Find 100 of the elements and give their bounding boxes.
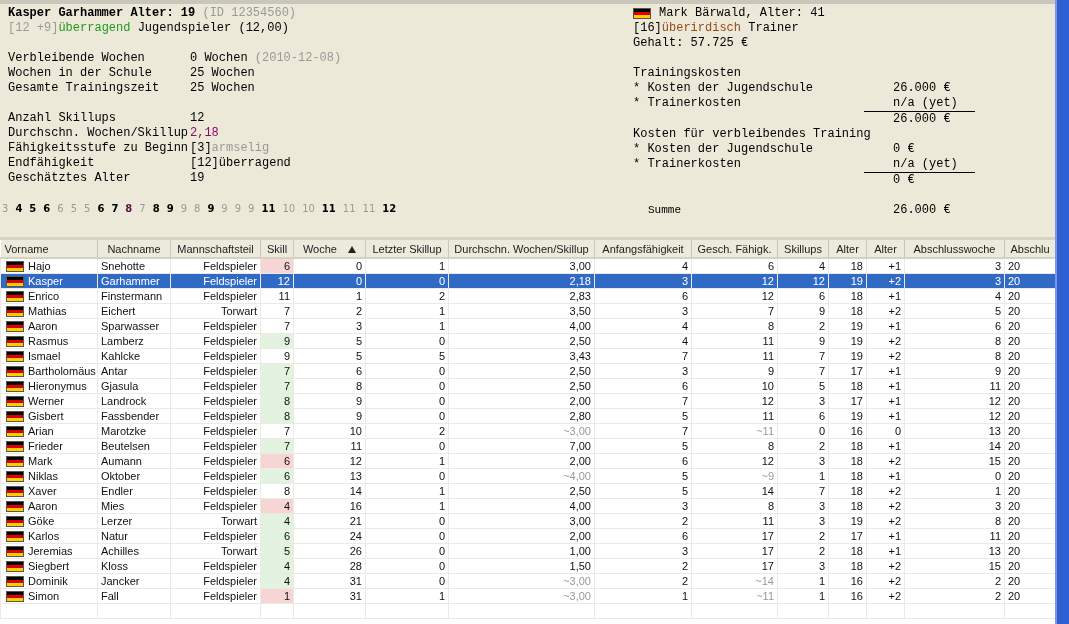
table-cell: Ismael [28,349,61,363]
table-cell-text: Torwart [219,514,258,528]
column-header[interactable]: Gesch. Fähigk. [691,240,778,258]
table-cell-text: 3 [993,499,1002,513]
table-cell-text: 19 [849,514,864,528]
flag-icon [6,515,24,527]
table-cell-text: Sparwasser [100,319,161,333]
table-cell-text: 18 [849,379,864,393]
table-row[interactable]: Hieronymus Gjasula Feldspieler 7 8 0 2,50 6 10 5 18 +1 11 20 [0,378,1055,394]
table-row[interactable]: Mark Aumann Feldspieler 6 12 1 2,00 6 12 3 18 +2 15 20 [0,453,1055,469]
table-cell-text: ~3,00 [562,424,592,438]
table-row[interactable]: Frieder Beutelsen Feldspieler 7 11 0 7,00 5 8 2 18 +1 14 20 [0,438,1055,454]
table-cell: Göke [28,514,55,528]
table-cell-text: +2 [887,484,902,498]
flag-icon [6,410,24,422]
table-row[interactable]: Werner Landrock Feldspieler 8 9 0 2,00 7 12 3 17 +1 12 20 [0,393,1055,409]
table-cell-text: 8 [766,499,775,513]
skill-step: 12 [382,201,397,216]
cost-value: n/a (yet) [864,157,975,173]
table-row[interactable]: Aaron Mies Feldspieler 4 16 1 4,00 3 8 3 18 +2 3 20 [0,498,1055,514]
table-row[interactable]: Göke Lerzer Torwart 4 21 0 3,00 2 11 3 19 +2 8 20 [0,513,1055,529]
table-cell-text: 3 [817,514,826,528]
table-cell-text: 6 [680,379,689,393]
table-row[interactable]: Enrico Finstermann Feldspieler 11 1 2 2,83 6 12 6 18 +1 4 20 [0,288,1055,304]
table-row[interactable]: Karlos Natur Feldspieler 6 24 0 2,00 6 17 2 17 +1 11 20 [0,528,1055,544]
table-cell-text: 3 [354,319,363,333]
table-row[interactable]: Hajo Snehotte Feldspieler 6 0 1 3,00 4 6 4 18 +1 3 20 [0,258,1055,274]
table-cell-text: 3 [993,274,1002,288]
skill-step: 7 [139,201,146,216]
table-cell-text: 11 [761,409,775,423]
column-header[interactable]: Anfangsfähigkeit [594,240,692,258]
column-header[interactable]: Abschlusswoche [904,240,1005,258]
flag-icon [6,395,24,407]
table-cell-text: +2 [887,559,902,573]
table-cell: Arian [28,424,54,438]
flag-icon [6,485,24,497]
table-cell-text: 16 [849,424,864,438]
cost-total: 0 € [892,173,915,188]
table-cell-text: Feldspieler [202,394,258,408]
cost-heading: Trainingskosten [633,66,742,81]
table-cell-text: 19 [849,334,864,348]
table-row[interactable]: Gisbert Fassbender Feldspieler 8 9 0 2,80 5 11 6 19 +1 12 20 [0,408,1055,424]
table-row[interactable]: Arian Marotzke Feldspieler 7 10 2 ~3,00 7 ~11 0 16 0 13 20 [0,423,1055,439]
table-cell-text: 19 [849,349,864,363]
column-header[interactable]: Vorname [0,240,98,258]
table-cell-text: 10 [760,379,775,393]
table-cell-text: 0 [437,394,446,408]
table-cell: Xaver [28,484,57,498]
table-cell-text: Feldspieler [202,574,258,588]
table-cell-text: 5 [817,379,826,393]
table-row[interactable]: Aaron Sparwasser Feldspieler 7 3 1 4,00 4 8 2 19 +1 6 20 [0,318,1055,334]
table-row[interactable]: Dominik Jancker Feldspieler 4 31 0 ~3,00 2 ~14 1 16 +2 2 20 [0,573,1055,589]
table-cell-text: 20 [1007,424,1022,438]
table-row[interactable]: Ismael Kahlcke Feldspieler 9 5 5 3,43 7 11 7 19 +2 8 20 [0,348,1055,364]
table-cell-text: 8 [993,334,1002,348]
table-cell-text: 6 [817,289,826,303]
table-cell-text: 16 [849,574,864,588]
stat-value: 12 [190,111,205,126]
table-row[interactable]: Niklas Oktober Feldspieler 6 13 0 ~4,00 5 ~9 1 18 +1 0 20 [0,468,1055,484]
table-row[interactable]: Rasmus Lamberz Feldspieler 9 5 0 2,50 4 11 9 19 +2 8 20 [0,333,1055,349]
table-cell: Niklas [28,469,58,483]
table-row[interactable]: Xaver Endler Feldspieler 8 14 1 2,50 5 14 7 18 +2 1 20 [0,483,1055,499]
table-cell-text: 9 [766,364,775,378]
column-header[interactable]: Durchschn. Wochen/Skillup [448,240,595,258]
table-cell-text: 6 [766,259,775,273]
table-cell-text: 20 [1007,334,1022,348]
column-header[interactable]: Skillups [777,240,829,258]
skill-step: 5 [29,201,37,216]
table-cell-text: 9 [354,394,363,408]
table-cell-text: Oktober [100,469,142,483]
table-cell-text: 11 [761,349,775,363]
table-cell-text: 7 [282,304,291,318]
table-cell-text: 3 [680,499,689,513]
table-row[interactable]: Bartholomäus Antar Feldspieler 7 6 0 2,50 3 9 7 17 +1 9 20 [0,363,1055,379]
flag-icon [633,8,651,19]
table-cell-text: Feldspieler [202,274,258,288]
table-row[interactable]: Siegbert Kloss Feldspieler 4 28 0 1,50 2 17 3 18 +2 15 20 [0,558,1055,574]
column-header[interactable]: Woche [293,240,366,258]
table-cell-text: Feldspieler [202,499,258,513]
table-cell-text: 0 [893,424,902,438]
column-header[interactable]: Alter [866,240,905,258]
player-rating: [12 +9]überragend Jugendspieler (12,00) [8,21,290,36]
column-header[interactable]: Nachname [97,240,171,258]
table-cell-text: 20 [1007,409,1022,423]
table-cell-text: 1 [817,469,826,483]
column-header[interactable]: Mannschaftsteil [170,240,261,258]
table-row[interactable]: Jeremias Achilles Torwart 5 26 0 1,00 3 17 2 18 +1 13 20 [0,543,1055,559]
table-row[interactable]: Mathias Eichert Torwart 7 2 1 3,50 3 7 9 18 +2 5 20 [0,303,1055,319]
column-header[interactable]: Letzter Skillup [365,240,449,258]
column-header[interactable]: Alter [828,240,867,258]
table-cell-text: ~9 [760,469,775,483]
table-cell-text: 2,50 [568,379,592,393]
skill-step: 8 [194,201,201,216]
table-cell-text: 1 [680,589,689,603]
table-cell-text: 17 [849,394,864,408]
table-cell-text: 7 [282,424,291,438]
table-cell-text: Kahlcke [100,349,142,363]
table-cell-text: +2 [887,574,902,588]
table-cell-text: 0 [437,514,446,528]
table-row[interactable]: Simon Fall Feldspieler 1 31 1 ~3,00 1 ~11 1 16 +2 2 20 [0,588,1055,604]
